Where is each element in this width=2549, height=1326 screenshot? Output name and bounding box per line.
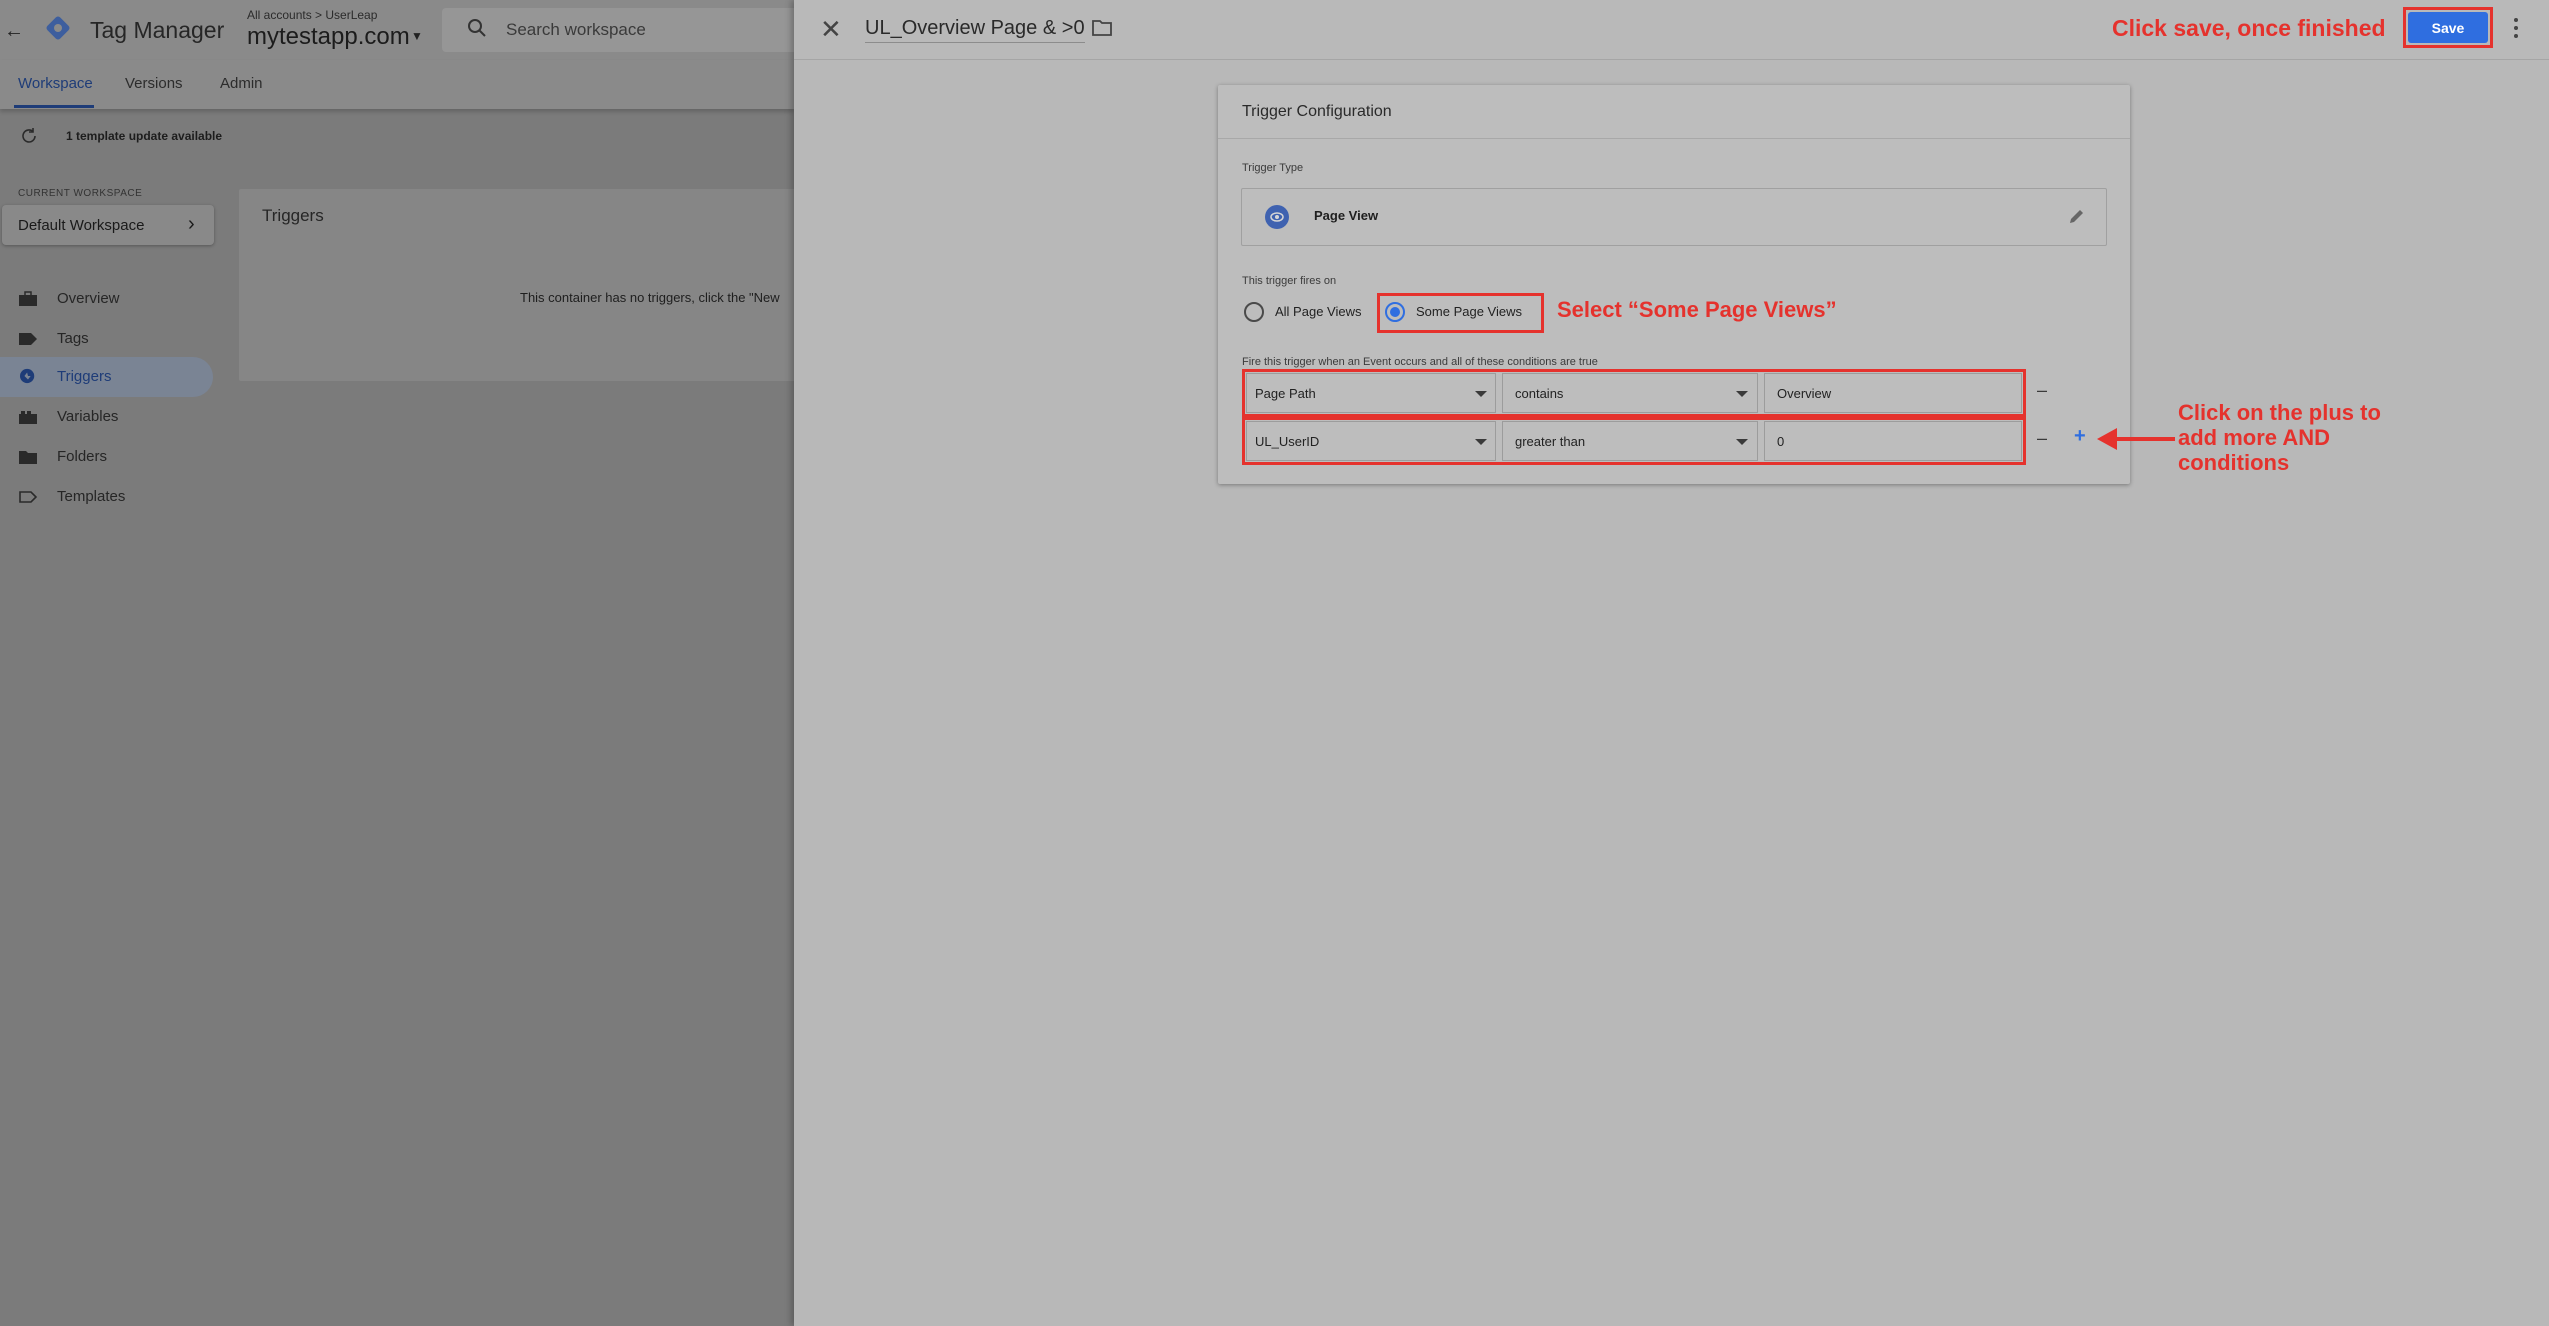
trigger-name-field[interactable]: UL_Overview Page & >0 bbox=[865, 17, 1085, 43]
search-icon bbox=[468, 19, 486, 37]
sidebar-item-variables[interactable]: Variables bbox=[0, 403, 213, 431]
dropdown-caret-icon bbox=[1475, 439, 1487, 445]
annotation-save: Click save, once finished bbox=[2112, 15, 2386, 41]
sidebar-item-tags[interactable]: Tags bbox=[0, 325, 213, 353]
dropdown-caret-icon bbox=[1475, 391, 1487, 397]
dropdown-caret-icon bbox=[1736, 391, 1748, 397]
sidebar-item-folders[interactable]: Folders bbox=[0, 443, 213, 471]
current-workspace-label: CURRENT WORKSPACE bbox=[18, 188, 143, 199]
fires-on-label: This trigger fires on bbox=[1242, 275, 1337, 287]
pencil-icon[interactable] bbox=[2067, 206, 2087, 226]
condition-value: 0 bbox=[1777, 434, 1785, 449]
radio-button-checked[interactable] bbox=[1385, 302, 1405, 322]
radio-all-page-views[interactable]: All Page Views bbox=[1242, 301, 1367, 323]
trigger-type-label: Trigger Type bbox=[1242, 162, 1304, 174]
sidebar-item-templates[interactable]: Templates bbox=[0, 483, 213, 511]
chevron-down-icon[interactable]: ▼ bbox=[411, 29, 423, 43]
workspace-name: Default Workspace bbox=[18, 217, 145, 234]
remove-condition-button[interactable]: – bbox=[2037, 428, 2047, 449]
card-title: Trigger Configuration bbox=[1242, 103, 1392, 120]
sidebar-item-label: Tags bbox=[57, 330, 89, 347]
tab-versions[interactable]: Versions bbox=[125, 75, 183, 92]
card-divider bbox=[1218, 138, 2130, 139]
app-title: Tag Manager bbox=[90, 17, 225, 43]
breadcrumb[interactable]: All accounts > UserLeap bbox=[247, 8, 377, 22]
tab-admin[interactable]: Admin bbox=[220, 75, 263, 92]
sidebar-item-label: Templates bbox=[57, 488, 126, 505]
condition-operator: contains bbox=[1515, 386, 1564, 401]
condition-operator-select[interactable]: contains bbox=[1502, 373, 1758, 413]
condition-value: Overview bbox=[1777, 386, 1832, 401]
remove-condition-button[interactable]: – bbox=[2037, 380, 2047, 401]
condition-value-input[interactable]: Overview bbox=[1764, 373, 2022, 413]
radio-button[interactable] bbox=[1244, 302, 1264, 322]
annotation-plus: Click on the plus to add more AND condit… bbox=[2178, 400, 2381, 475]
tag-icon bbox=[19, 333, 37, 345]
triggers-empty-message: This container has no triggers, click th… bbox=[520, 290, 780, 305]
condition-variable: Page Path bbox=[1255, 386, 1316, 401]
folder-icon[interactable] bbox=[1091, 18, 1113, 38]
trigger-type-name: Page View bbox=[1314, 208, 1379, 223]
annotation-some-page-views: Select “Some Page Views” bbox=[1557, 297, 1837, 322]
tab-workspace[interactable]: Workspace bbox=[18, 75, 93, 92]
sidebar-item-label: Overview bbox=[57, 290, 120, 307]
triggers-list-title: Triggers bbox=[262, 206, 324, 225]
condition-operator: greater than bbox=[1515, 434, 1586, 449]
condition-operator-select[interactable]: greater than bbox=[1502, 421, 1758, 461]
sidebar-item-triggers[interactable]: Triggers bbox=[0, 363, 213, 391]
template-update-banner[interactable]: 1 template update available bbox=[66, 129, 222, 143]
sidebar-item-label: Variables bbox=[57, 408, 119, 425]
add-condition-button[interactable]: + bbox=[2074, 425, 2086, 448]
tag-manager-logo-icon bbox=[46, 16, 70, 40]
trigger-icon bbox=[20, 368, 35, 384]
annotation-arrow-icon bbox=[2097, 428, 2175, 450]
close-icon[interactable]: ✕ bbox=[820, 16, 842, 42]
template-icon bbox=[19, 491, 38, 503]
save-button[interactable]: Save bbox=[2408, 12, 2488, 43]
condition-value-input[interactable]: 0 bbox=[1764, 421, 2022, 461]
condition-variable: UL_UserID bbox=[1255, 434, 1320, 449]
radio-some-page-views[interactable]: Some Page Views bbox=[1383, 301, 1538, 323]
more-vertical-icon[interactable] bbox=[2511, 16, 2521, 40]
radio-label: Some Page Views bbox=[1416, 304, 1522, 319]
workspace-tabs-bar bbox=[0, 60, 794, 109]
refresh-icon bbox=[22, 128, 36, 143]
sidebar-item-label: Folders bbox=[57, 448, 108, 465]
conditions-label: Fire this trigger when an Event occurs a… bbox=[1242, 356, 1598, 368]
briefcase-icon bbox=[19, 291, 37, 306]
search-placeholder: Search workspace bbox=[506, 20, 646, 39]
active-tab-indicator bbox=[14, 105, 94, 108]
dropdown-caret-icon bbox=[1736, 439, 1748, 445]
account-container-name[interactable]: mytestapp.com bbox=[247, 23, 410, 51]
eye-icon bbox=[1265, 205, 1289, 229]
folder-icon bbox=[19, 451, 37, 464]
sidebar-item-overview[interactable]: Overview bbox=[0, 285, 213, 313]
variables-icon bbox=[19, 411, 37, 424]
radio-label: All Page Views bbox=[1275, 304, 1362, 319]
chevron-right-icon: › bbox=[188, 213, 195, 235]
condition-variable-select[interactable]: UL_UserID bbox=[1246, 421, 1496, 461]
back-arrow-icon[interactable]: ← bbox=[4, 20, 24, 43]
condition-variable-select[interactable]: Page Path bbox=[1246, 373, 1496, 413]
sidebar-item-label: Triggers bbox=[57, 368, 112, 385]
